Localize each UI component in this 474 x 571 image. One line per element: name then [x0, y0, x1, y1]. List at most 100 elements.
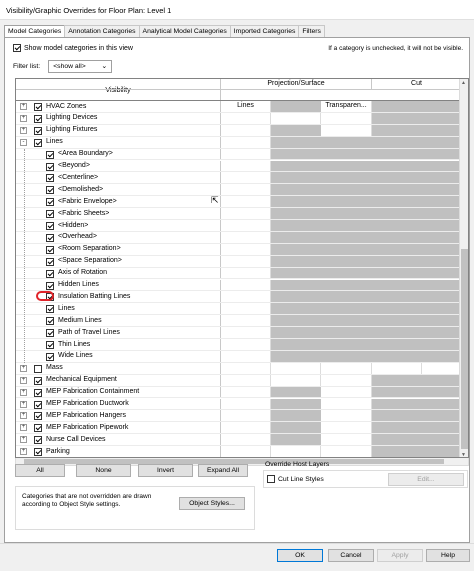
category-visibility-checkbox[interactable] [46, 222, 54, 230]
override-cell[interactable] [372, 327, 422, 338]
category-visibility-checkbox[interactable] [46, 281, 54, 290]
expand-icon[interactable]: + [20, 400, 27, 408]
override-cell[interactable] [271, 220, 321, 231]
override-cell[interactable] [422, 422, 462, 434]
override-cell[interactable] [422, 196, 462, 208]
override-cell[interactable] [321, 315, 372, 327]
override-cell[interactable] [372, 196, 422, 208]
category-visibility-checkbox[interactable] [46, 174, 54, 183]
override-cell[interactable] [321, 243, 372, 255]
cut-line-styles-checkbox[interactable] [267, 475, 275, 483]
override-cell[interactable] [221, 362, 271, 374]
expand-icon[interactable]: + [20, 364, 27, 372]
override-cell[interactable] [372, 386, 422, 398]
category-visibility-checkbox[interactable] [46, 329, 54, 338]
override-cell[interactable] [271, 350, 321, 362]
expand-icon[interactable]: + [20, 126, 27, 134]
override-cell[interactable] [271, 231, 321, 243]
category-row[interactable]: Wide Lines [16, 350, 468, 363]
override-cell[interactable] [321, 255, 372, 267]
override-cell[interactable] [321, 208, 372, 219]
override-cell[interactable] [422, 315, 462, 327]
category-visibility-checkbox[interactable] [34, 126, 42, 135]
category-row[interactable]: - Lines [16, 136, 468, 149]
override-cell[interactable] [221, 398, 271, 410]
override-cell[interactable] [271, 315, 321, 327]
override-cell[interactable] [321, 172, 372, 184]
category-row[interactable]: <Fabric Sheets> [16, 208, 468, 220]
override-cell[interactable] [221, 160, 271, 172]
category-row[interactable]: Hidden Lines [16, 279, 468, 292]
override-cell[interactable] [372, 303, 422, 315]
category-row[interactable]: + Mass [16, 362, 468, 375]
override-cell[interactable] [221, 446, 271, 457]
override-cell[interactable] [372, 279, 422, 291]
override-cell[interactable] [321, 124, 372, 136]
override-cell[interactable] [422, 220, 462, 231]
category-row[interactable]: <Overhead> [16, 231, 468, 244]
override-cell[interactable] [271, 434, 321, 446]
category-row[interactable]: + Lighting Devices [16, 112, 468, 125]
override-cell[interactable] [422, 279, 462, 291]
override-cell[interactable] [372, 339, 422, 350]
category-visibility-checkbox[interactable] [46, 269, 54, 278]
category-row[interactable]: + MEP Fabrication Ductwork [16, 398, 468, 411]
override-cell[interactable] [221, 172, 271, 184]
override-cell[interactable] [422, 208, 462, 219]
tab-imported-categories[interactable]: Imported Categories [229, 25, 300, 37]
category-row[interactable]: + Parking [16, 446, 468, 457]
category-visibility-checkbox[interactable] [46, 352, 54, 361]
override-cell[interactable] [221, 422, 271, 434]
category-visibility-checkbox[interactable] [46, 257, 54, 266]
override-cell[interactable] [271, 136, 321, 148]
override-cell[interactable] [422, 160, 462, 172]
none-button[interactable]: None [76, 464, 131, 477]
override-cell[interactable] [221, 410, 271, 422]
category-row[interactable]: + Nurse Call Devices [16, 434, 468, 447]
tab-annotation-categories[interactable]: Annotation Categories [64, 25, 140, 37]
override-cell[interactable] [221, 196, 271, 208]
override-cell[interactable] [221, 374, 271, 386]
edit-button[interactable]: Edit... [388, 473, 464, 486]
override-cell[interactable] [271, 124, 321, 136]
override-cell[interactable] [271, 398, 321, 410]
override-cell[interactable] [221, 220, 271, 231]
category-row[interactable]: Medium Lines [16, 315, 468, 328]
override-cell[interactable] [422, 398, 462, 410]
category-visibility-checkbox[interactable] [46, 186, 54, 195]
override-cell[interactable] [422, 148, 462, 160]
override-cell[interactable] [422, 231, 462, 243]
collapse-icon[interactable]: - [20, 138, 27, 146]
override-cell[interactable] [372, 315, 422, 327]
override-cell[interactable] [372, 208, 422, 219]
ok-button[interactable]: OK [277, 549, 323, 562]
tab-analytical-model-categories[interactable]: Analytical Model Categories [138, 25, 231, 37]
category-row[interactable]: + Mechanical Equipment [16, 374, 468, 387]
override-cell[interactable] [321, 446, 372, 457]
override-cell[interactable] [321, 303, 372, 315]
override-cell[interactable] [372, 398, 422, 410]
override-cell[interactable] [221, 434, 271, 446]
cancel-button[interactable]: Cancel [328, 549, 374, 562]
override-cell[interactable] [372, 243, 422, 255]
category-visibility-checkbox[interactable] [34, 412, 42, 421]
expand-icon[interactable]: + [20, 424, 27, 432]
override-cell[interactable] [271, 101, 321, 112]
override-cell[interactable] [221, 243, 271, 255]
vertical-scroll-thumb[interactable] [461, 249, 468, 449]
override-cell[interactable] [422, 291, 462, 303]
override-cell[interactable] [321, 434, 372, 446]
override-cell[interactable] [372, 291, 422, 303]
override-cell[interactable] [271, 148, 321, 160]
override-cell[interactable] [271, 339, 321, 350]
category-row[interactable]: Thin Lines [16, 339, 468, 351]
override-cell[interactable] [422, 172, 462, 184]
override-cell[interactable] [221, 208, 271, 219]
override-cell[interactable] [422, 101, 462, 112]
override-cell[interactable] [271, 410, 321, 422]
override-cell[interactable] [422, 255, 462, 267]
override-cell[interactable] [271, 327, 321, 338]
override-cell[interactable] [321, 291, 372, 303]
override-cell[interactable] [372, 101, 422, 112]
scroll-up-icon[interactable]: ▲ [461, 80, 466, 86]
